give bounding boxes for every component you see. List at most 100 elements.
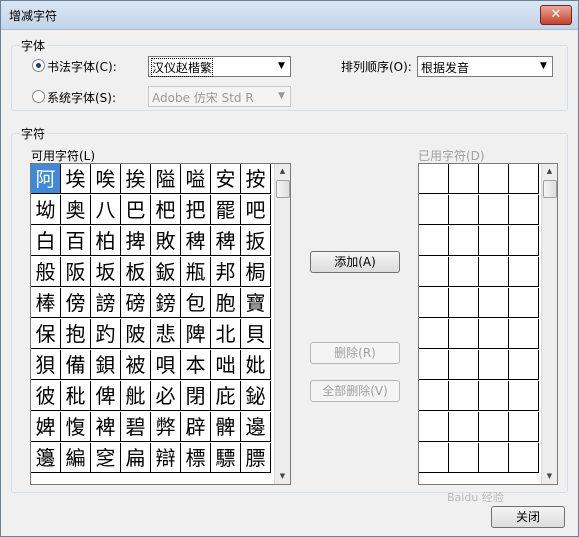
char-cell[interactable]: 陴 xyxy=(181,319,211,349)
used-char-cell[interactable] xyxy=(449,412,479,442)
char-cell[interactable]: 把 xyxy=(181,195,211,225)
char-cell[interactable]: 彼 xyxy=(31,381,61,411)
char-cell[interactable]: 被 xyxy=(121,350,151,380)
scroll-thumb[interactable] xyxy=(276,180,290,198)
used-char-cell[interactable] xyxy=(449,164,479,194)
scroll-down-arrow-icon[interactable]: ▼ xyxy=(275,469,290,484)
char-cell[interactable]: 傍 xyxy=(61,288,91,318)
used-char-cell[interactable] xyxy=(419,412,449,442)
used-char-cell[interactable] xyxy=(479,164,509,194)
char-cell[interactable]: 邊 xyxy=(241,412,271,442)
char-cell[interactable]: 板 xyxy=(121,257,151,287)
used-char-cell[interactable] xyxy=(419,319,449,349)
add-button[interactable]: 添加(A) xyxy=(310,251,400,273)
char-cell[interactable]: 寶 xyxy=(241,288,271,318)
close-button[interactable]: 关闭 xyxy=(491,506,565,528)
char-cell[interactable]: 坂 xyxy=(91,257,121,287)
char-cell[interactable]: 妣 xyxy=(241,350,271,380)
char-cell[interactable]: 抱 xyxy=(61,319,91,349)
used-char-cell[interactable] xyxy=(509,226,539,256)
char-cell[interactable]: 唉 xyxy=(91,164,121,194)
char-cell[interactable]: 隘 xyxy=(151,164,181,194)
used-char-cell[interactable] xyxy=(509,350,539,380)
used-char-cell[interactable] xyxy=(449,288,479,318)
delete-all-button[interactable]: 全部删除(V) xyxy=(310,380,400,402)
used-chars-scrollbar[interactable]: ▲ ▼ xyxy=(541,164,557,484)
char-cell[interactable]: 辯 xyxy=(151,443,181,473)
used-char-cell[interactable] xyxy=(449,350,479,380)
char-cell[interactable]: 髀 xyxy=(211,412,241,442)
used-char-cell[interactable] xyxy=(419,288,449,318)
system-font-radio[interactable] xyxy=(32,90,45,103)
char-cell[interactable]: 八 xyxy=(91,195,121,225)
char-cell[interactable]: 吧 xyxy=(241,195,271,225)
char-cell[interactable]: 邦 xyxy=(211,257,241,287)
used-char-cell[interactable] xyxy=(509,257,539,287)
used-char-cell[interactable] xyxy=(479,257,509,287)
char-cell[interactable]: 膘 xyxy=(241,443,271,473)
used-char-cell[interactable] xyxy=(449,381,479,411)
char-cell[interactable]: 柏 xyxy=(91,226,121,256)
used-char-cell[interactable] xyxy=(419,350,449,380)
scroll-up-arrow-icon[interactable]: ▲ xyxy=(275,164,290,179)
char-cell[interactable]: 嗌 xyxy=(181,164,211,194)
char-cell[interactable]: 庇 xyxy=(211,381,241,411)
char-cell[interactable]: 窆 xyxy=(91,443,121,473)
used-char-cell[interactable] xyxy=(449,257,479,287)
char-cell[interactable]: 婢 xyxy=(31,412,61,442)
char-cell[interactable]: 驃 xyxy=(211,443,241,473)
char-cell[interactable]: 磅 xyxy=(121,288,151,318)
char-cell[interactable]: 俾 xyxy=(91,381,121,411)
char-cell[interactable]: 唄 xyxy=(151,350,181,380)
used-char-cell[interactable] xyxy=(509,195,539,225)
char-cell[interactable]: 敗 xyxy=(151,226,181,256)
used-char-cell[interactable] xyxy=(479,319,509,349)
calligraphy-font-radio[interactable] xyxy=(32,59,45,72)
char-cell[interactable]: 閉 xyxy=(181,381,211,411)
sort-order-select[interactable]: 根据发音 ▼ xyxy=(417,56,553,77)
char-cell[interactable]: 辟 xyxy=(181,412,211,442)
char-cell[interactable]: 狽 xyxy=(31,350,61,380)
char-cell[interactable]: 坳 xyxy=(31,195,61,225)
used-char-cell[interactable] xyxy=(509,288,539,318)
char-cell[interactable]: 愎 xyxy=(61,412,91,442)
used-chars-grid[interactable]: ▲ ▼ xyxy=(418,163,558,485)
used-char-cell[interactable] xyxy=(509,381,539,411)
used-char-cell[interactable] xyxy=(479,350,509,380)
used-char-cell[interactable] xyxy=(479,226,509,256)
char-cell[interactable]: 巴 xyxy=(121,195,151,225)
used-char-cell[interactable] xyxy=(479,443,509,473)
char-cell[interactable]: 瓶 xyxy=(181,257,211,287)
used-char-cell[interactable] xyxy=(419,195,449,225)
system-font-select[interactable]: Adobe 仿宋 Std R ▼ xyxy=(148,86,291,107)
char-cell[interactable]: 扁 xyxy=(121,443,151,473)
available-chars-grid[interactable]: 膘驃標辯扁窆編籩 邊髀辟弊碧裨愎婢 鉍庇閉必舭俾秕彼 妣咄本唄被鋇備狽 貝北陴悲陂趵抱保… xyxy=(30,163,291,485)
used-char-cell[interactable] xyxy=(419,443,449,473)
char-cell[interactable]: 梮 xyxy=(241,257,271,287)
used-char-cell[interactable] xyxy=(419,226,449,256)
char-cell[interactable]: 扳 xyxy=(241,226,271,256)
char-cell[interactable]: 奥 xyxy=(61,195,91,225)
char-cell[interactable]: 保 xyxy=(31,319,61,349)
used-char-cell[interactable] xyxy=(449,195,479,225)
char-cell[interactable]: 必 xyxy=(151,381,181,411)
used-char-cell[interactable] xyxy=(479,412,509,442)
used-char-cell[interactable] xyxy=(509,319,539,349)
used-char-cell[interactable] xyxy=(419,381,449,411)
char-cell[interactable]: 鈑 xyxy=(151,257,181,287)
used-char-cell[interactable] xyxy=(509,412,539,442)
char-cell[interactable]: 弊 xyxy=(151,412,181,442)
char-cell[interactable]: 按 xyxy=(241,164,271,194)
used-char-cell[interactable] xyxy=(479,195,509,225)
used-char-cell[interactable] xyxy=(479,381,509,411)
char-cell[interactable]: 包 xyxy=(181,288,211,318)
char-cell[interactable]: 貝 xyxy=(241,319,271,349)
char-cell[interactable]: 備 xyxy=(61,350,91,380)
char-cell[interactable]: 謗 xyxy=(91,288,121,318)
scroll-thumb[interactable] xyxy=(543,180,557,198)
char-cell[interactable]: 阪 xyxy=(61,257,91,287)
used-char-cell[interactable] xyxy=(449,443,479,473)
char-cell[interactable]: 杷 xyxy=(151,195,181,225)
char-cell[interactable]: 舭 xyxy=(121,381,151,411)
char-cell[interactable]: 鉍 xyxy=(241,381,271,411)
